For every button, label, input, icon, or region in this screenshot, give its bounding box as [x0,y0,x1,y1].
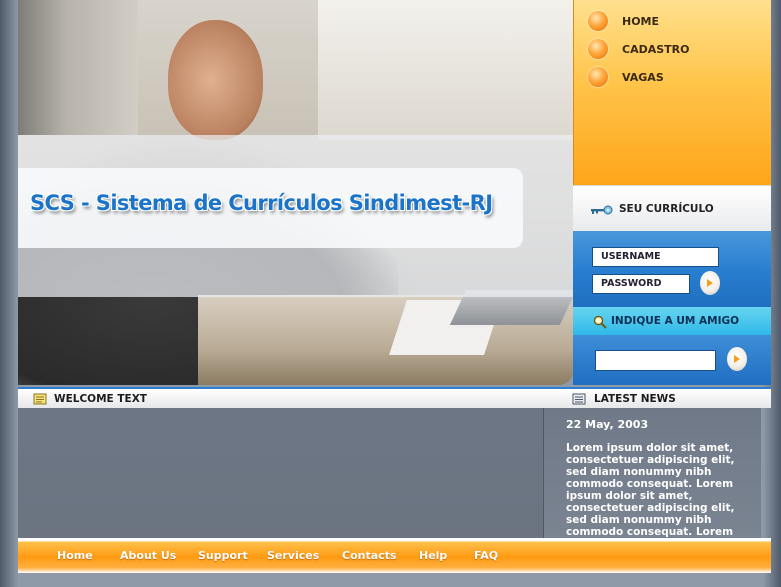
friend-submit-button[interactable] [727,347,747,371]
nav-item-label: CADASTRO [622,42,690,56]
bottom-link-about-us[interactable]: About Us [120,549,176,562]
welcome-content [18,408,543,538]
nav-item-label: VAGAS [622,70,664,84]
news-content: 22 May, 2003 Lorem ipsum dolor sit amet,… [543,408,761,538]
friend-panel [573,335,771,385]
login-panel: USERNAME PASSWORD [573,231,771,307]
office-shelf [18,0,138,135]
friend-title: INDIQUE A UM AMIGO [611,315,740,327]
welcome-section-title: WELCOME TEXT [54,393,147,405]
newspaper-icon [572,393,586,405]
username-field[interactable]: USERNAME [592,247,719,267]
news-date: 22 May, 2003 [566,418,649,431]
bottom-link-support[interactable]: Support [198,549,248,562]
friend-email-input[interactable] [595,350,716,371]
login-button[interactable] [700,271,720,295]
nav-item-label: HOME [622,14,660,28]
section-header-bar: WELCOME TEXT LATEST NEWS [18,387,771,408]
friend-bar: INDIQUE A UM AMIGO [573,307,771,335]
play-arrow-icon [734,355,740,363]
orange-ball-icon [588,67,608,87]
site-title: SCS - Sistema de Currículos Sindimest-RJ [30,191,493,215]
orange-ball-icon [588,39,608,59]
bottom-link-services[interactable]: Services [267,549,319,562]
bottom-link-help[interactable]: Help [419,549,447,562]
magnifier-icon [593,315,607,329]
play-arrow-icon [707,279,713,287]
orange-ball-icon [588,11,608,31]
password-field[interactable]: PASSWORD [592,274,690,294]
curriculum-title: SEU CURRÍCULO [619,203,714,215]
nav-item-home[interactable]: HOME [588,10,659,32]
curriculum-header: SEU CURRÍCULO [573,185,771,231]
bottom-nav: Home About Us Support Services Contacts … [18,538,771,573]
office-window [318,0,573,140]
bottom-link-home[interactable]: Home [57,549,93,562]
nav-item-vagas[interactable]: VAGAS [588,66,664,88]
nav-item-cadastro[interactable]: CADASTRO [588,38,689,60]
hero-photo: SCS - Sistema de Currículos Sindimest-RJ [18,0,573,385]
bottom-link-faq[interactable]: FAQ [474,549,498,562]
news-body: Lorem ipsum dolor sit amet, consectetuer… [566,442,735,538]
bottom-link-contacts[interactable]: Contacts [342,549,396,562]
news-section-title: LATEST NEWS [594,393,676,405]
key-icon [591,205,613,215]
notepad-icon [33,393,47,405]
person-head [168,20,263,140]
top-nav: HOME CADASTRO VAGAS [573,0,771,185]
